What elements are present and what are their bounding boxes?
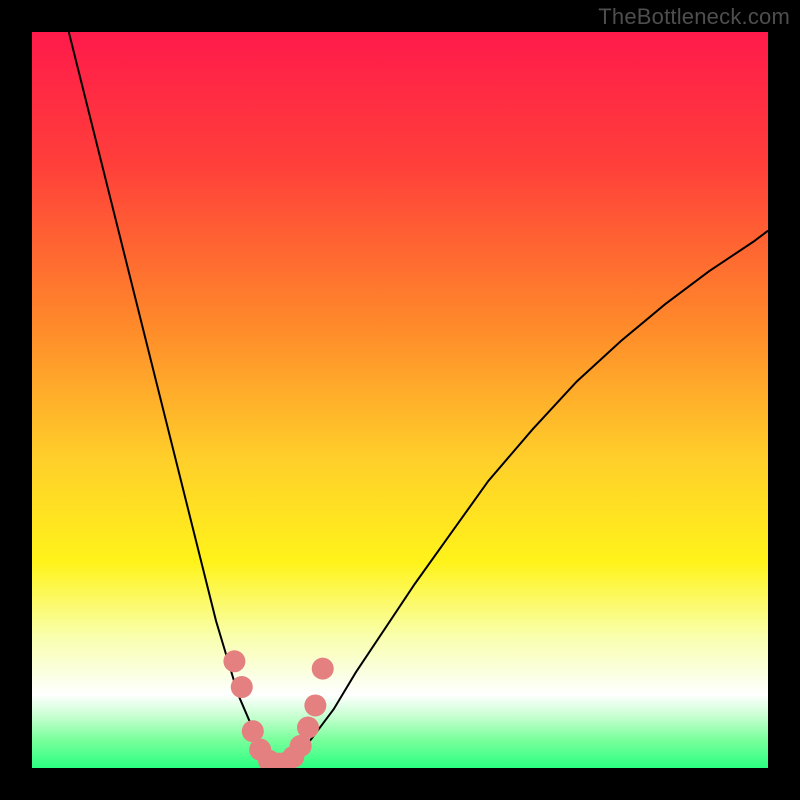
plot-area	[32, 32, 768, 768]
watermark-text: TheBottleneck.com	[598, 4, 790, 30]
marker-point	[223, 650, 245, 672]
gradient-background	[32, 32, 768, 768]
marker-point	[297, 717, 319, 739]
marker-point	[312, 658, 334, 680]
chart-frame: TheBottleneck.com	[0, 0, 800, 800]
marker-point	[304, 694, 326, 716]
bottleneck-chart	[32, 32, 768, 768]
marker-point	[231, 676, 253, 698]
